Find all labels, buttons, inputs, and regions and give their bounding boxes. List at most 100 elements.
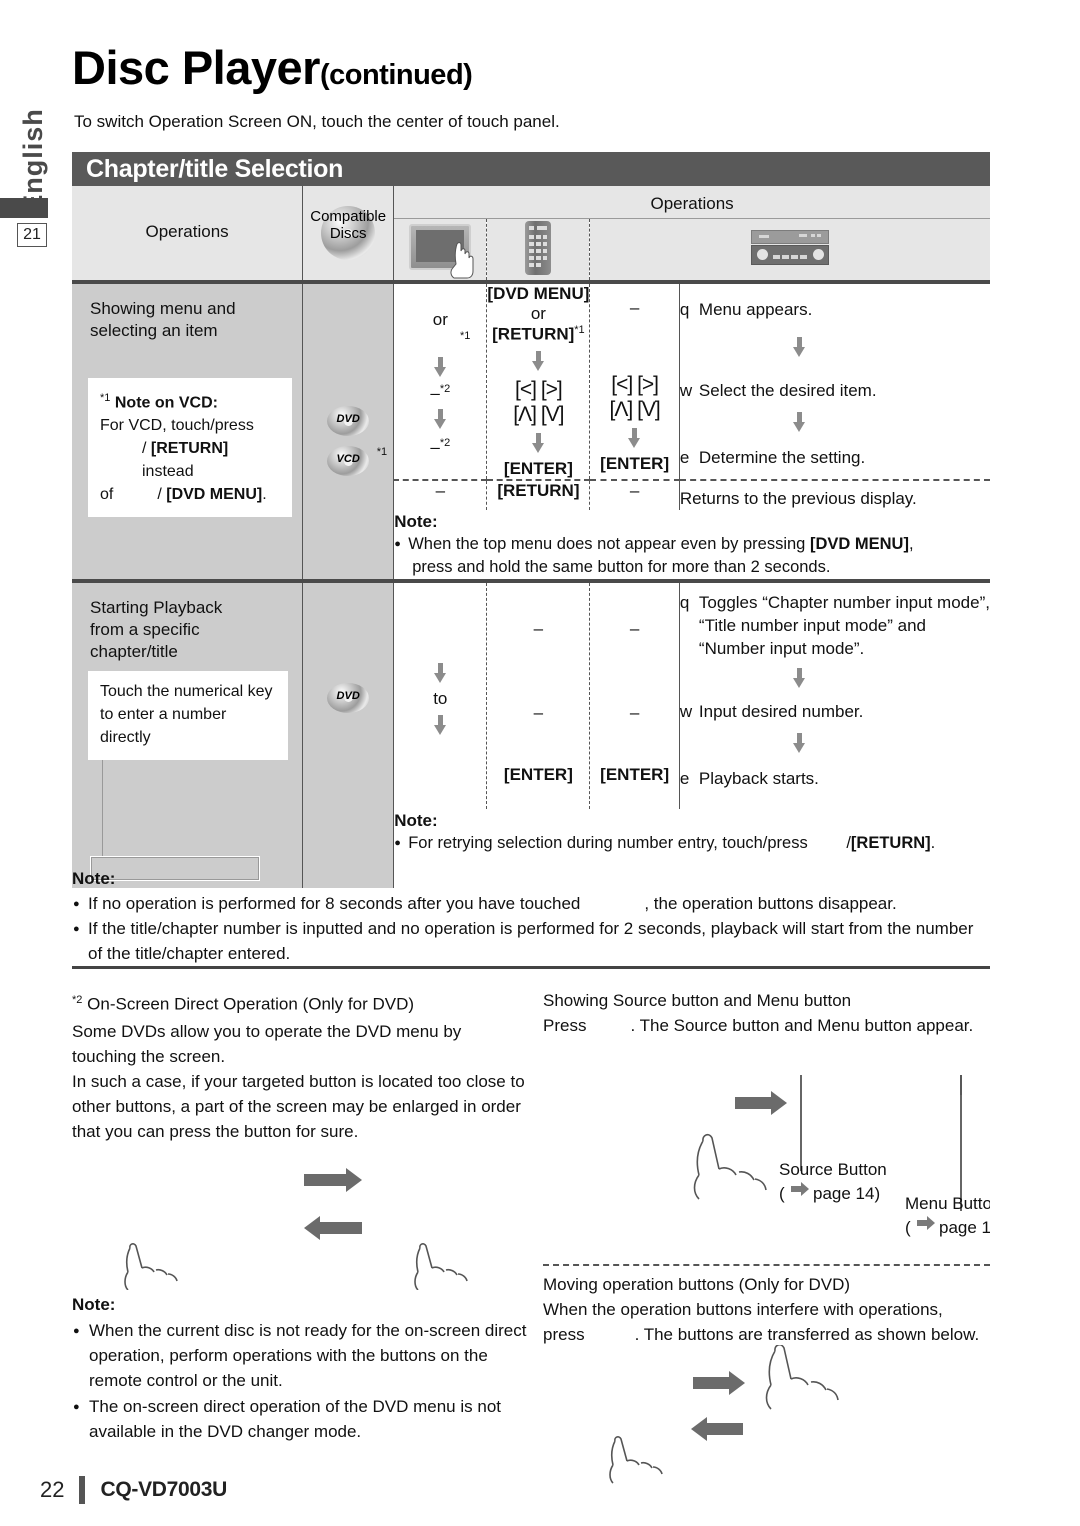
hand-pointer-icon bbox=[609, 1436, 663, 1484]
horizontal-rule bbox=[72, 966, 990, 969]
row2-unit-enter: [ENTER] bbox=[600, 764, 670, 784]
row1-touch-steps: or *1 –*2 –*2 bbox=[393, 280, 487, 480]
list-item: w Select the desired item. bbox=[680, 379, 990, 402]
page-title-suffix: (continued) bbox=[319, 59, 473, 91]
br-heading: Showing Source button and Menu button bbox=[543, 991, 852, 1010]
row1-results: q Menu appears. w Select the desired ite… bbox=[678, 280, 990, 480]
table-row: Starting Playback from a specific chapter/… bbox=[72, 578, 990, 888]
list-item: The on-screen direct operation of the DV… bbox=[72, 1394, 527, 1444]
disc-dvd-icon: DVD bbox=[322, 404, 374, 438]
row2-remote-steps: – – [ENTER] bbox=[486, 578, 590, 809]
bl-star: *2 bbox=[72, 994, 83, 1006]
arrow-down-icon bbox=[433, 409, 447, 430]
row2-unit-s2: – bbox=[629, 702, 640, 722]
row1-discs-cell: DVD VCD *1 bbox=[302, 280, 394, 581]
row1-note-label: Note: bbox=[394, 511, 438, 531]
row1-unit-steps: – [<] [>] [Λ] [V] [ENTER] bbox=[589, 280, 680, 480]
row1-remote-enter: [ENTER] bbox=[503, 458, 573, 478]
row1-res2-text: Select the desired item. bbox=[698, 381, 877, 400]
arrow-down-icon bbox=[433, 714, 447, 735]
row1-res1-num: q bbox=[679, 300, 690, 319]
head-unit-icon bbox=[751, 230, 830, 266]
row1-note-line3: of / [DVD MENU]. bbox=[100, 486, 267, 504]
arrow-down-icon bbox=[793, 337, 806, 357]
header-unit-cell bbox=[589, 218, 990, 282]
row2-callout-text: Touch the numerical key to enter a numbe… bbox=[100, 682, 273, 746]
source-menu-figure: Source Button ( page 14) Menu Button ( p… bbox=[543, 1075, 1006, 1260]
arrow-right-icon bbox=[693, 1371, 745, 1395]
table-row: Showing menu and selecting an item *1 No… bbox=[72, 280, 990, 581]
row2-unit-steps: – – [ENTER] bbox=[589, 578, 680, 809]
showing-source-menu-block: Showing Source button and Menu button Pr… bbox=[543, 988, 990, 1038]
note-under-table: Note: If no operation is performed for 8… bbox=[72, 866, 990, 966]
return-touch: – bbox=[393, 478, 487, 510]
callout-leader-line bbox=[102, 759, 103, 856]
bl-para2: In such a case, if your targeted button … bbox=[72, 1071, 525, 1141]
return-unit: – bbox=[589, 478, 680, 510]
br2-press: press bbox=[543, 1325, 585, 1344]
arrow-down-icon bbox=[793, 667, 806, 688]
row1-note-of: of bbox=[100, 486, 114, 504]
arrow-down-icon bbox=[531, 432, 545, 453]
list-item: For retrying selection during number ent… bbox=[394, 832, 990, 855]
dashed-divider bbox=[543, 1264, 990, 1266]
hand-pointer-icon bbox=[414, 1243, 468, 1291]
list-item: w Input desired number. bbox=[680, 700, 990, 723]
row1-touch-step3: –*2 bbox=[430, 437, 451, 457]
model-name: CQ-VD7003U bbox=[100, 1478, 228, 1501]
moving-buttons-figure bbox=[543, 1343, 990, 1505]
row2-touch-to: to bbox=[433, 688, 448, 708]
row1-remote-return: [RETURN] bbox=[492, 324, 575, 344]
row1-title: Showing menu and selecting an item bbox=[90, 299, 236, 340]
row2-res2-text: Input desired number. bbox=[698, 701, 864, 721]
operations-table: Operations Compatible Discs Operations S… bbox=[72, 186, 990, 888]
disc-dvd-icon: DVD bbox=[322, 681, 374, 715]
section-page-box: 21 bbox=[17, 223, 47, 247]
arrow-down-icon bbox=[433, 356, 447, 377]
row2-res1-num: q bbox=[679, 592, 690, 612]
row1-unit-dir2: [Λ] [V] bbox=[609, 398, 661, 421]
row1-res3-text: Determine the setting. bbox=[698, 448, 866, 467]
row2-res1-text: Toggles “Chapter number input mode”, “Ti… bbox=[698, 592, 990, 658]
list-item: If no operation is performed for 8 secon… bbox=[72, 891, 990, 917]
list-item: When the top menu does not appear even b… bbox=[394, 533, 990, 579]
table-header-top: Operations Compatible Discs Operations bbox=[72, 186, 990, 282]
row1-disc-star: *1 bbox=[376, 446, 388, 458]
footer-divider bbox=[79, 1476, 86, 1504]
note-main-label: Note: bbox=[72, 869, 116, 888]
row1-note-block: Note: When the top menu does not appear … bbox=[393, 509, 990, 581]
row1-operation-cell: Showing menu and selecting an item *1 No… bbox=[72, 280, 303, 581]
page-number: 22 bbox=[40, 1477, 65, 1502]
br-line2-rest: . The Source button and Menu button appe… bbox=[630, 1016, 974, 1035]
row2-remote-s1: – bbox=[533, 618, 544, 638]
bl-heading: *2 On-Screen Direct Operation (Only for … bbox=[72, 988, 527, 1017]
row1-unit-dir1: [<] [>] bbox=[611, 373, 659, 396]
return-result: Returns to the previous display. bbox=[678, 478, 990, 510]
list-item: q Menu appears. bbox=[680, 298, 990, 321]
bl-para1: Some DVDs allow you to operate the DVD m… bbox=[72, 1021, 462, 1066]
header-compatible-discs-cell: Compatible Discs bbox=[302, 186, 394, 282]
row1-remote-dir1: [<] [>] bbox=[515, 377, 563, 401]
intro-text: To switch Operation Screen ON, touch the… bbox=[74, 112, 560, 131]
row2-remote-s2: – bbox=[533, 702, 544, 722]
on-screen-direct-figure bbox=[72, 1140, 527, 1291]
moving-operation-buttons-block: Moving operation buttons (Only for DVD) … bbox=[543, 1272, 990, 1347]
left-sidebar: English 21 bbox=[0, 0, 62, 1526]
arrow-right-small-icon bbox=[791, 1182, 809, 1196]
row1-res3-num: e bbox=[679, 448, 690, 467]
sidebar-dark-bar bbox=[0, 198, 48, 218]
row1-unit-enter: [ENTER] bbox=[600, 454, 670, 473]
row1-touch-star: *1 bbox=[460, 330, 471, 342]
language-label: English bbox=[17, 107, 48, 213]
list-item: When the current disc is not ready for t… bbox=[72, 1318, 527, 1393]
arrow-down-icon bbox=[433, 662, 447, 683]
arrow-down-icon bbox=[793, 412, 806, 432]
hand-pointer-icon bbox=[124, 1243, 178, 1291]
row2-callout: Touch the numerical key to enter a numbe… bbox=[88, 670, 289, 760]
source-button-label: Source Button bbox=[779, 1160, 887, 1179]
arrow-left-icon bbox=[691, 1417, 743, 1441]
remote-control-icon bbox=[525, 221, 552, 275]
row2-touch-steps: to bbox=[393, 578, 487, 809]
row2-discs-cell: DVD bbox=[302, 578, 394, 888]
arrow-down-icon bbox=[793, 732, 806, 753]
